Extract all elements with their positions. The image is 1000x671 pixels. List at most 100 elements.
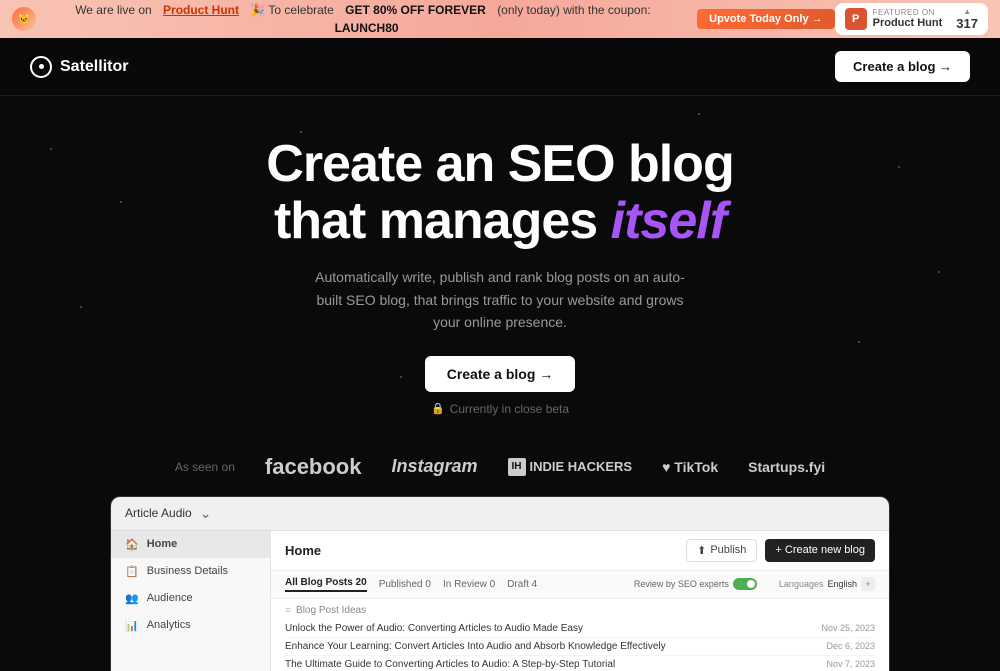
- nav-create-blog-button[interactable]: Create a blog →: [835, 51, 970, 82]
- ph-vote-count: 317: [956, 16, 978, 31]
- hero-headline: Create an SEO blog that manages itself: [20, 136, 980, 250]
- banner-text: We are live on Product Hunt 🎉 To celebra…: [44, 3, 689, 35]
- language-selector[interactable]: Languages English +: [779, 577, 875, 591]
- tab-draft[interactable]: Draft 4: [507, 579, 537, 590]
- sidebar-audience-label: Audience: [147, 592, 193, 604]
- tab-published[interactable]: Published 0: [379, 579, 431, 590]
- tab-in-review[interactable]: In Review 0: [443, 579, 495, 590]
- dash-main-title: Home: [285, 543, 321, 558]
- blog-post-item[interactable]: The Ultimate Guide to Converting Article…: [285, 656, 875, 671]
- facebook-logo: facebook: [265, 454, 362, 480]
- particle: [80, 306, 82, 308]
- dash-sidebar: 🏠 Home 📋 Business Details 👥 Audience 📊 A…: [111, 531, 271, 671]
- dash-header: Article Audio ⌄: [111, 497, 889, 531]
- banner-text2: 🎉 To celebrate: [250, 3, 333, 17]
- as-seen-label: As seen on: [175, 460, 235, 474]
- tab-all-posts[interactable]: All Blog Posts 20: [285, 577, 367, 592]
- blog-post-title: The Ultimate Guide to Converting Article…: [285, 659, 615, 670]
- sidebar-item-business[interactable]: 📋 Business Details: [111, 558, 270, 585]
- sidebar-item-home[interactable]: 🏠 Home: [111, 531, 270, 558]
- create-new-blog-button[interactable]: + Create new blog: [765, 539, 875, 562]
- navbar: Satellitor Create a blog →: [0, 38, 1000, 96]
- logo-dot: [39, 64, 44, 69]
- dash-arrow-icon: ⌄: [200, 505, 212, 522]
- dash-actions: ⬆ Publish + Create new blog: [686, 539, 875, 562]
- dash-tabs: All Blog Posts 20 Published 0 In Review …: [271, 571, 889, 599]
- hero-section: Create an SEO blog that manages itself A…: [0, 96, 1000, 446]
- blog-post-item[interactable]: Enhance Your Learning: Convert Articles …: [285, 638, 875, 656]
- circle-icon: ○: [285, 605, 291, 616]
- dash-header-left: Article Audio ⌄: [125, 505, 211, 522]
- beta-text: Currently in close beta: [450, 402, 569, 416]
- dashboard-wrapper: Article Audio ⌄ 🏠 Home 📋 Business Detail…: [0, 496, 1000, 671]
- product-hunt-link[interactable]: Product Hunt: [163, 3, 239, 17]
- particle: [300, 131, 302, 133]
- ih-box-icon: IH: [508, 458, 526, 476]
- as-seen-section: As seen on facebook Instagram IH INDIE H…: [0, 446, 1000, 496]
- dash-title: Article Audio: [125, 506, 192, 520]
- hero-headline-italic: itself: [611, 192, 726, 250]
- audience-icon: 👥: [125, 592, 139, 605]
- blog-post-date: Dec 6, 2023: [826, 641, 875, 651]
- particle: [938, 271, 940, 273]
- banner-text1: We are live on: [75, 3, 151, 17]
- dashboard-preview: Article Audio ⌄ 🏠 Home 📋 Business Detail…: [110, 496, 890, 671]
- ph-arrow-icon: ▲: [963, 7, 971, 16]
- blog-section-title: ○ Blog Post Ideas: [285, 605, 875, 616]
- ph-logo-icon: P: [845, 8, 867, 30]
- seo-review-toggle[interactable]: [733, 578, 757, 590]
- hero-cta-button[interactable]: Create a blog →: [425, 356, 576, 392]
- tiktok-logo: ♥ TikTok: [662, 459, 718, 475]
- sidebar-analytics-label: Analytics: [147, 619, 191, 631]
- add-language-button[interactable]: +: [861, 577, 875, 591]
- logo: Satellitor: [30, 56, 128, 78]
- publish-label: Publish: [710, 544, 746, 556]
- analytics-icon: 📊: [125, 619, 139, 632]
- business-icon: 📋: [125, 565, 139, 578]
- dash-main: Home ⬆ Publish + Create new blog All Blo…: [271, 531, 889, 671]
- ph-name-label: Product Hunt: [873, 17, 943, 29]
- sidebar-item-audience[interactable]: 👥 Audience: [111, 585, 270, 612]
- sidebar-item-analytics[interactable]: 📊 Analytics: [111, 612, 270, 639]
- dash-main-header: Home ⬆ Publish + Create new blog: [271, 531, 889, 571]
- banner-content: 🐱 We are live on Product Hunt 🎉 To celeb…: [12, 3, 835, 35]
- sidebar-business-label: Business Details: [147, 565, 228, 577]
- banner-text3: (only today) with the coupon:: [497, 3, 650, 17]
- hero-headline-line2: that manages: [274, 192, 597, 250]
- logo-text: Satellitor: [60, 58, 128, 76]
- coupon-text: LAUNCH80: [335, 21, 399, 35]
- discount-text: GET 80% OFF FOREVER: [345, 3, 486, 17]
- sidebar-home-label: Home: [147, 538, 178, 550]
- home-icon: 🏠: [125, 538, 139, 551]
- languages-label: Languages: [779, 579, 824, 589]
- lock-icon: 🔒: [431, 402, 445, 415]
- hero-subtext: Automatically write, publish and rank bl…: [310, 266, 690, 333]
- banner-avatar: 🐱: [12, 7, 36, 31]
- product-hunt-badge[interactable]: P FEATURED ON Product Hunt ▲ 317: [835, 3, 988, 35]
- blog-post-title: Enhance Your Learning: Convert Articles …: [285, 641, 666, 652]
- startups-logo: Startups.fyi: [748, 459, 825, 475]
- beta-note: 🔒 Currently in close beta: [20, 402, 980, 416]
- logo-icon: [30, 56, 52, 78]
- dash-body: 🏠 Home 📋 Business Details 👥 Audience 📊 A…: [111, 531, 889, 671]
- instagram-logo: Instagram: [391, 456, 477, 477]
- publish-button[interactable]: ⬆ Publish: [686, 539, 757, 562]
- blog-section-label: Blog Post Ideas: [296, 605, 366, 616]
- blog-post-date: Nov 7, 2023: [826, 659, 875, 669]
- blog-post-item[interactable]: Unlock the Power of Audio: Converting Ar…: [285, 620, 875, 638]
- seo-review-label: Review by SEO experts: [634, 579, 729, 589]
- particle: [400, 376, 402, 378]
- particle: [858, 341, 860, 343]
- blog-post-date: Nov 25, 2023: [821, 623, 875, 633]
- top-banner: 🐱 We are live on Product Hunt 🎉 To celeb…: [0, 0, 1000, 38]
- blog-list: ○ Blog Post Ideas Unlock the Power of Au…: [271, 599, 889, 671]
- publish-icon: ⬆: [697, 544, 706, 557]
- seo-review-toggle-wrap: Review by SEO experts: [634, 578, 757, 590]
- particle: [698, 113, 700, 115]
- indiehackers-logo: IH INDIE HACKERS: [508, 458, 633, 476]
- ih-text: INDIE HACKERS: [530, 459, 633, 474]
- ph-featured-label: FEATURED ON: [873, 8, 943, 17]
- blog-post-title: Unlock the Power of Audio: Converting Ar…: [285, 623, 583, 634]
- hero-headline-line1: Create an SEO blog: [266, 135, 733, 193]
- upvote-button[interactable]: Upvote Today Only →: [697, 9, 834, 29]
